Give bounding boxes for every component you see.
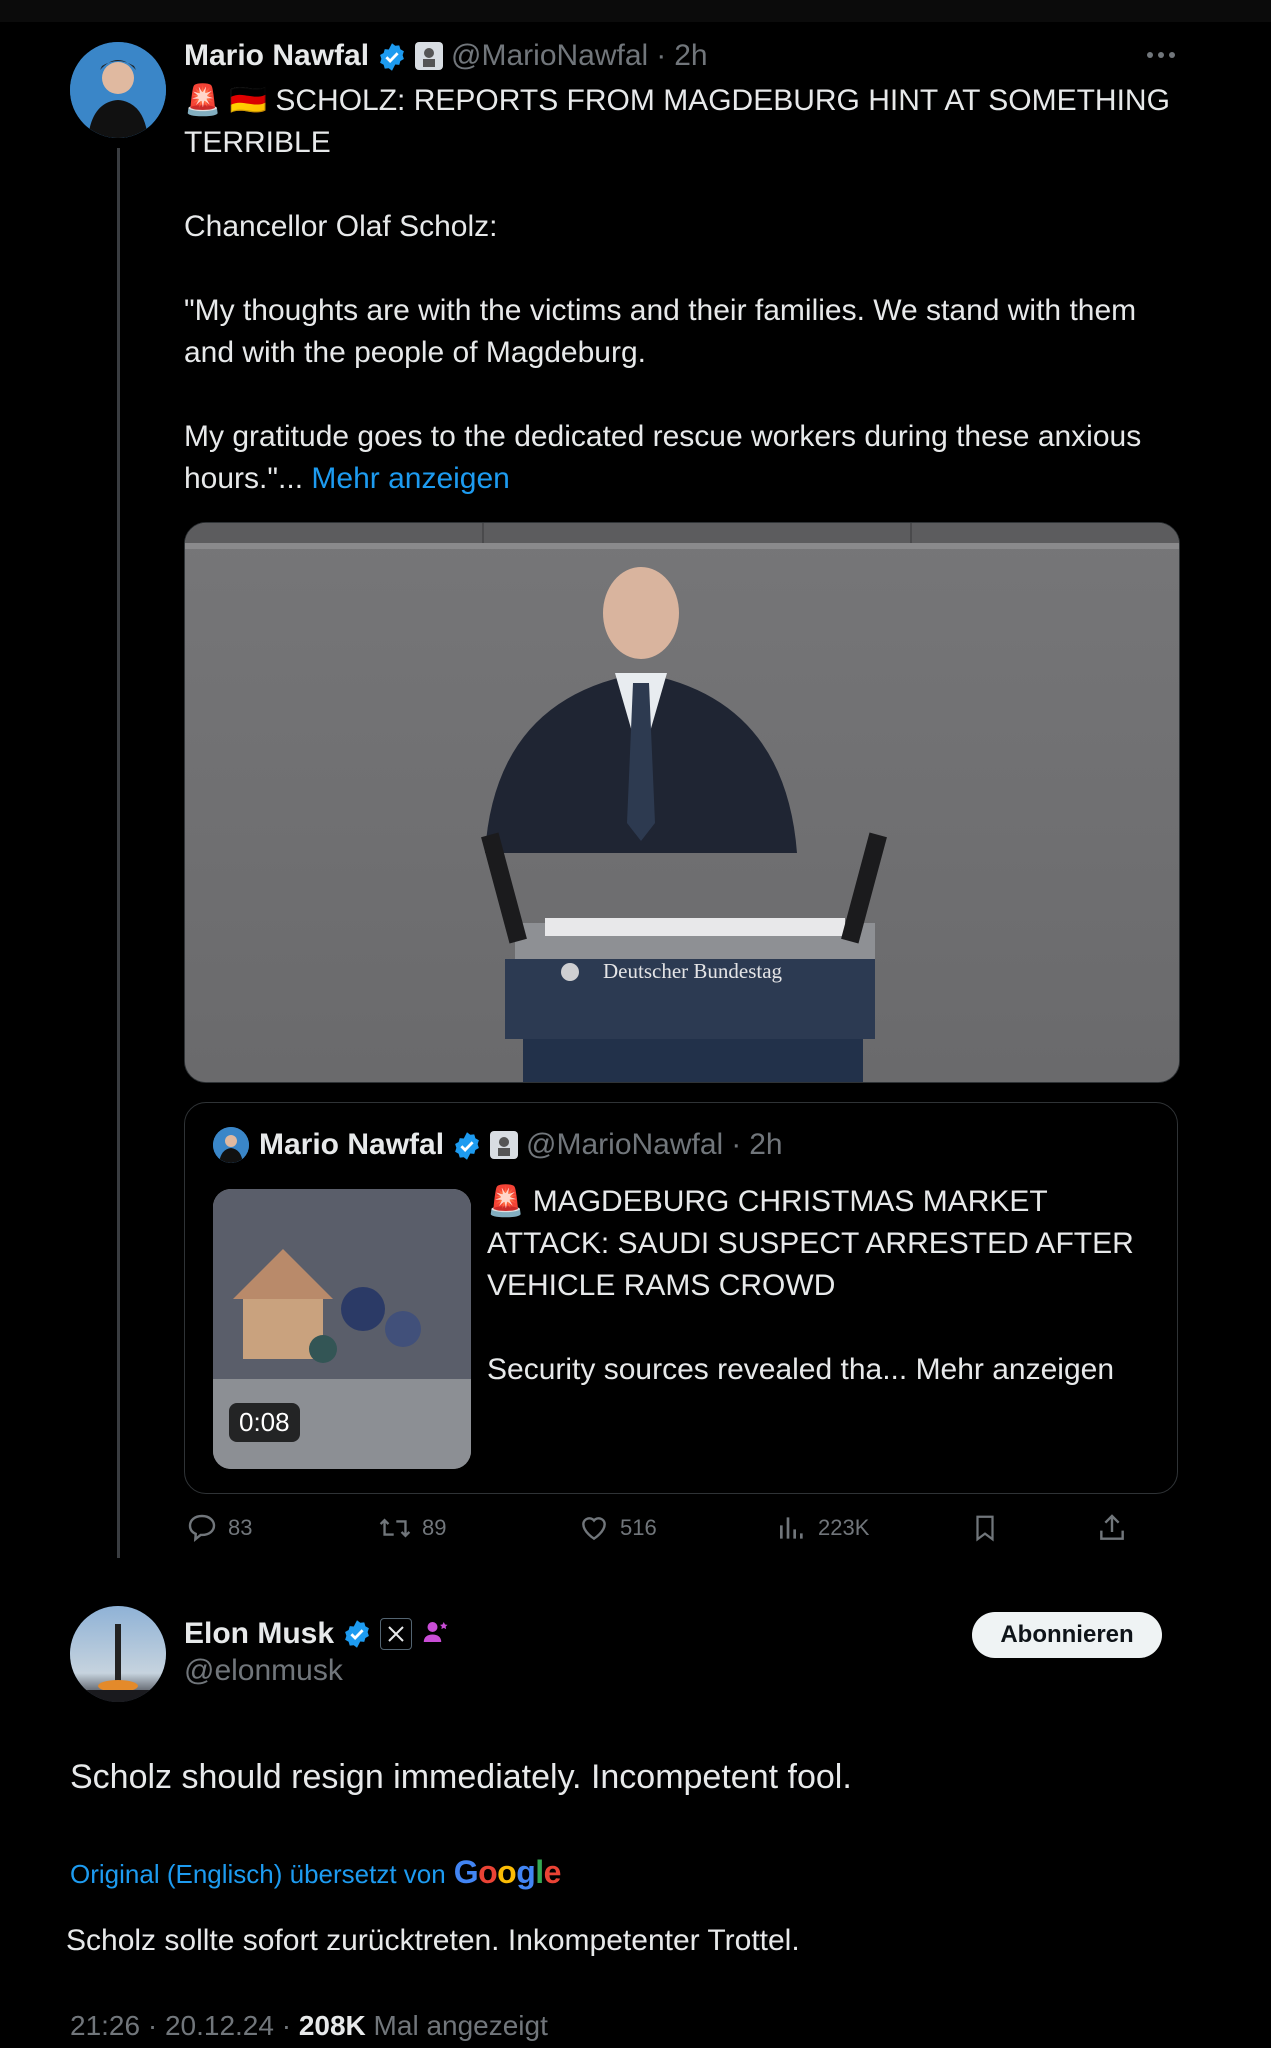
- separator-dot: ·: [656, 39, 667, 72]
- subscriber-badge-icon: [420, 1617, 450, 1652]
- author-name[interactable]: Mario Nawfal: [184, 39, 369, 73]
- quote-snippet-line: Security sources revealed tha... Mehr an…: [487, 1349, 1147, 1391]
- quote-time: 2h: [749, 1128, 783, 1161]
- verified-badge-icon: [377, 39, 407, 73]
- google-logo: Google: [453, 1854, 562, 1890]
- tweet-headline: 🚨 🇩🇪 SCHOLZ: REPORTS FROM MAGDEBURG HINT…: [184, 84, 1170, 159]
- translation-attribution[interactable]: Original (Englisch) übersetzt von Google: [70, 1854, 561, 1891]
- quote-affiliate-badge-icon: [490, 1131, 519, 1159]
- like-action[interactable]: 516: [578, 1512, 657, 1544]
- quote-author-name: Mario Nawfal: [259, 1128, 445, 1161]
- tweet-header: Mario Nawfal @MarioNawfal · 2h: [184, 36, 708, 76]
- repost-count: 89: [422, 1515, 447, 1540]
- quote-video-thumbnail[interactable]: 0:08: [213, 1189, 471, 1469]
- reply-verified-badge-icon: [342, 1619, 372, 1649]
- quote-verified-badge-icon: [452, 1128, 482, 1162]
- reply-count: 83: [228, 1515, 253, 1540]
- views-chart-icon: [776, 1512, 808, 1544]
- tweet-paragraph-2: "My thoughts are with the victims and th…: [184, 294, 1137, 369]
- reply-view-count: 208K: [298, 2010, 366, 2041]
- reply-author-name[interactable]: Elon Musk: [184, 1617, 334, 1651]
- quote-snippet: Security sources revealed tha...: [487, 1353, 908, 1386]
- reply-text: Scholz should resign immediately. Incomp…: [70, 1758, 852, 1796]
- reply-action[interactable]: 83: [186, 1512, 252, 1544]
- repost-icon: [378, 1512, 412, 1544]
- quote-author-handle: @MarioNawfal: [526, 1128, 724, 1161]
- avatar-elon-musk[interactable]: [70, 1606, 166, 1702]
- quote-body: 🚨 MAGDEBURG CHRISTMAS MARKET ATTACK: SAU…: [487, 1181, 1147, 1391]
- more-horizontal-icon[interactable]: [1146, 48, 1176, 66]
- heart-icon: [578, 1512, 610, 1544]
- tweet-paragraph-1: Chancellor Olaf Scholz:: [184, 210, 498, 243]
- quote-avatar: [213, 1127, 249, 1163]
- top-bar: [0, 0, 1271, 22]
- author-handle[interactable]: @MarioNawfal: [451, 39, 648, 73]
- repost-action[interactable]: 89: [378, 1512, 446, 1544]
- quote-header: Mario Nawfal @MarioNawfal · 2h: [259, 1123, 783, 1167]
- reply-timestamp[interactable]: 21:26 · 20.12.24 ·: [70, 2010, 291, 2041]
- views-count: 223K: [818, 1515, 870, 1540]
- tweet-media-video[interactable]: Deutscher Bundestag: [184, 522, 1180, 1083]
- quote-separator-dot: ·: [731, 1128, 742, 1161]
- reply-icon: [186, 1512, 218, 1544]
- x-affiliate-badge-icon: [380, 1618, 413, 1650]
- like-count: 516: [620, 1515, 657, 1540]
- translated-text: Scholz sollte sofort zurücktreten. Inkom…: [66, 1924, 800, 1957]
- share-icon[interactable]: [1096, 1512, 1128, 1544]
- tweet-time[interactable]: 2h: [674, 39, 707, 73]
- reply-meta: 21:26 · 20.12.24 · 208K Mal angezeigt: [70, 2010, 548, 2042]
- tweet-body: 🚨 🇩🇪 SCHOLZ: REPORTS FROM MAGDEBURG HINT…: [184, 80, 1174, 500]
- bookmark-icon[interactable]: [970, 1512, 1000, 1544]
- podium-label: Deutscher Bundestag: [603, 959, 783, 983]
- tweet-paragraph-3: My gratitude goes to the dedicated rescu…: [184, 416, 1174, 500]
- quote-headline: 🚨 MAGDEBURG CHRISTMAS MARKET ATTACK: SAU…: [487, 1185, 1134, 1302]
- reply-views-label: Mal angezeigt: [373, 2010, 548, 2041]
- video-duration-badge: 0:08: [229, 1403, 300, 1442]
- views-action[interactable]: 223K: [776, 1512, 869, 1544]
- subscribe-button[interactable]: Abonnieren: [972, 1612, 1162, 1658]
- thread-line: [117, 148, 120, 1558]
- avatar-mario-nawfal[interactable]: [70, 42, 166, 138]
- quote-show-more[interactable]: Mehr anzeigen: [916, 1353, 1114, 1386]
- affiliate-badge-icon: [415, 42, 444, 70]
- show-more-link[interactable]: Mehr anzeigen: [311, 462, 509, 495]
- translation-label[interactable]: Original (Englisch) übersetzt von: [70, 1859, 446, 1890]
- reply-author-handle[interactable]: @elonmusk: [184, 1654, 343, 1688]
- reply-header: Elon Musk: [184, 1614, 450, 1654]
- quoted-tweet-card[interactable]: Mario Nawfal @MarioNawfal · 2h 0:08 🚨 MA…: [184, 1102, 1178, 1494]
